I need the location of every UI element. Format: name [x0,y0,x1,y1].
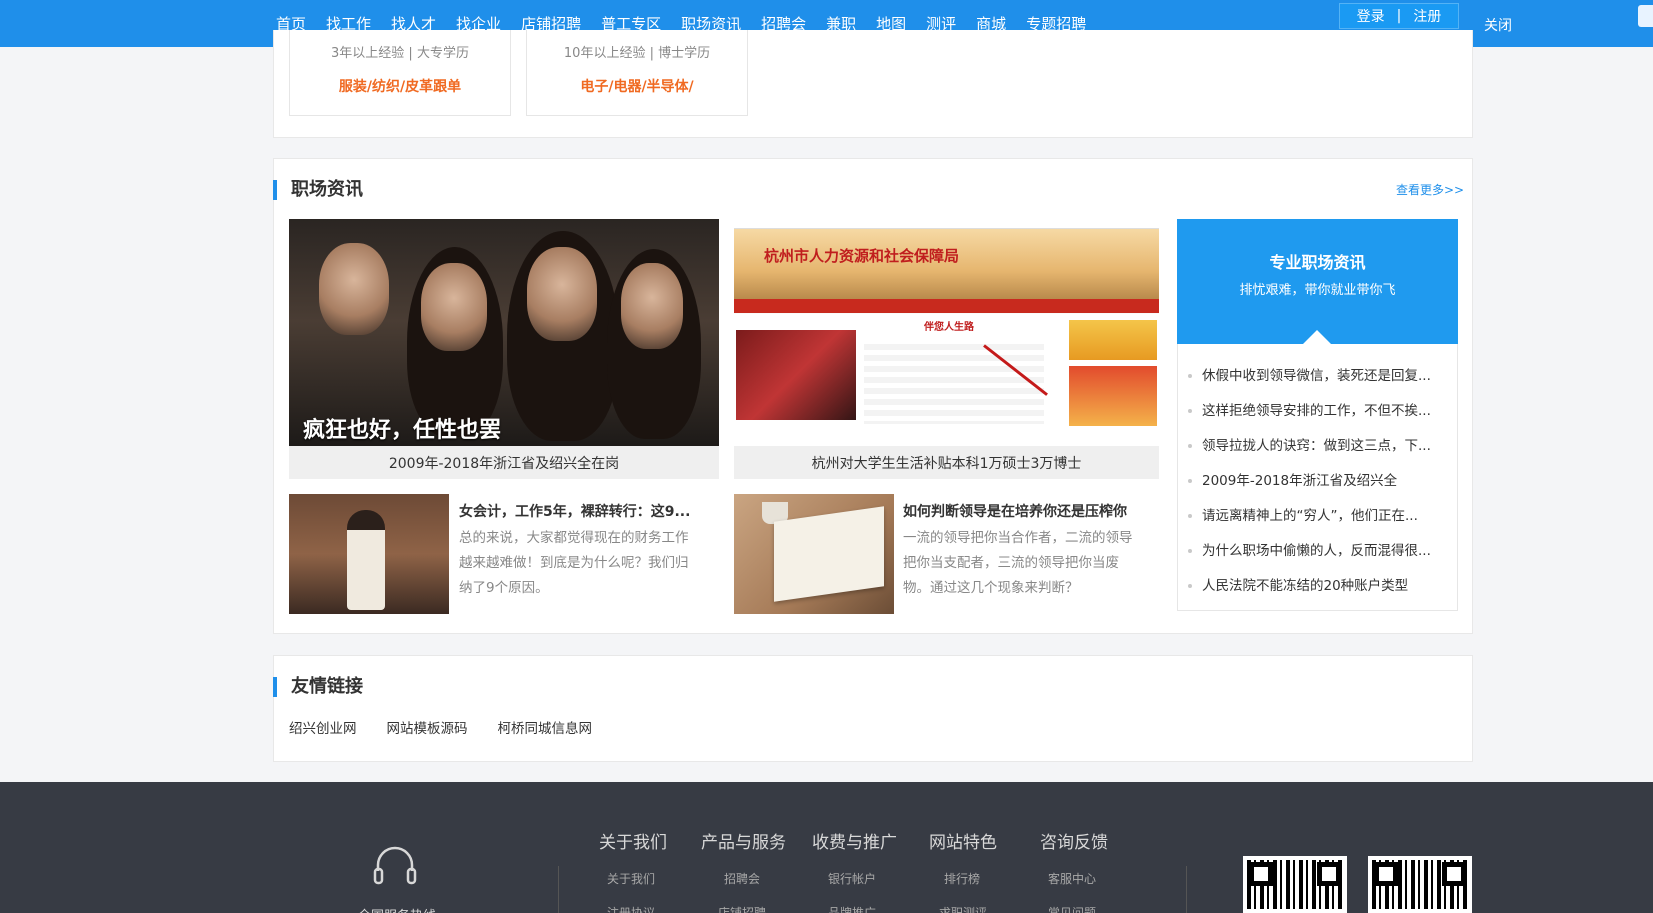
job-category[interactable]: 电子/电器/半导体/ [527,76,747,96]
footer-link[interactable]: 店铺招聘 [718,904,766,913]
list-item[interactable]: 2009年-2018年浙江省及绍兴全 [1188,469,1447,489]
featured-photo: 杭州市人力资源和社会保障局 伴您人生路 [734,219,1159,446]
site-tag: 伴您人生路 [924,322,974,333]
qr-code-icon [1243,856,1347,913]
list-item[interactable]: 休假中收到领导微信，装死还是回复... [1188,364,1447,384]
job-category[interactable]: 服装/纺织/皮革跟单 [290,76,510,96]
footer-divider [1186,866,1187,913]
article-title[interactable]: 女会计，工作5年，裸辞转行：这9... [459,501,699,521]
featured-news-card[interactable]: 疯狂也好，任性也罢 2009年-2018年浙江省及绍兴全在岗 [289,219,719,479]
footer-column-title[interactable]: 咨询反馈 [1040,828,1108,853]
friend-links-panel [273,655,1473,762]
footer-link[interactable]: 注册协议 [607,904,655,913]
pro-news-heading: 专业职场资讯 [1269,253,1366,272]
friend-link[interactable]: 柯桥同城信息网 [498,717,593,737]
pro-news-list: 休假中收到领导微信，装死还是回复... 这样拒绝领导安排的工作，不但不挨... … [1177,344,1458,611]
article-title[interactable]: 如何判断领导是在培养你还是压榨你 [903,501,1143,521]
close-button[interactable]: 关闭 [1484,15,1512,35]
friend-link[interactable]: 网站模板源码 [387,717,468,737]
footer-link[interactable]: 客服中心 [1048,870,1096,887]
article-thumbnail[interactable] [734,494,894,614]
article-thumbnail[interactable] [289,494,449,614]
featured-news-card[interactable]: 杭州市人力资源和社会保障局 伴您人生路 杭州对大学生生活补贴本科1万硕士3万博士 [734,219,1159,479]
footer-link[interactable]: 常见问题 [1048,904,1096,913]
footer-link[interactable]: 银行帐户 [828,870,876,887]
list-item[interactable]: 为什么职场中偷懒的人，反而混得很... [1188,539,1447,559]
job-card[interactable]: 3年以上经验 | 大专学历 服装/纺织/皮革跟单 [289,30,511,116]
register-link[interactable]: 注册 [1413,6,1441,26]
auth-separator: | [1396,8,1402,24]
login-link[interactable]: 登录 [1357,6,1385,26]
footer-column-title[interactable]: 网站特色 [929,828,997,853]
friend-links-row: 绍兴创业网 网站模板源码 柯桥同城信息网 [289,717,592,737]
job-meta: 10年以上经验 | 博士学历 [563,46,711,61]
pro-news-notch [1303,330,1331,344]
pro-news-subheading: 排忧艰难，带你就业带你飞 [1239,283,1396,298]
footer-divider [558,866,559,913]
featured-caption[interactable]: 杭州对大学生生活补贴本科1万硕士3万博士 [734,446,1159,479]
footer-link[interactable]: 品牌推广 [828,904,876,913]
headset-icon [373,846,417,885]
footer-column-title[interactable]: 收费与推广 [812,828,897,853]
footer-column-title[interactable]: 关于我们 [599,828,667,853]
service-hotline-label: 全国服务热线 [358,905,436,913]
article-description: 总的来说，大家都觉得现在的财务工作越来越难做！到底是为什么呢？我们归纳了9个原因… [459,530,689,596]
article-description: 一流的领导把你当合作者，二流的领导把你当支配者，三流的领导把你当废物。通过这几个… [903,530,1133,596]
footer-link[interactable]: 排行榜 [944,870,980,887]
footer-link[interactable]: 招聘会 [724,870,760,887]
qr-code-icon [1368,856,1472,913]
list-item[interactable]: 人民法院不能冻结的20种账户类型 [1188,574,1447,594]
photo-overlay-text: 疯狂也好，任性也罢 [303,418,502,443]
featured-photo: 疯狂也好，任性也罢 [289,219,719,446]
footer-link[interactable]: 求职测评 [939,904,987,913]
job-meta: 3年以上经验 | 大专学历 [331,46,469,61]
footer-link[interactable]: 关于我们 [607,870,655,887]
list-item[interactable]: 请远离精神上的“穷人”，他们正在... [1188,504,1447,524]
more-link[interactable]: 查看更多>> [1396,181,1464,198]
section-title-friend-links: 友情链接 [273,677,363,697]
side-tab[interactable] [1638,5,1653,27]
footer-column-title[interactable]: 产品与服务 [701,828,786,853]
pro-news-banner: 专业职场资讯 排忧艰难，带你就业带你飞 [1177,219,1458,344]
job-card[interactable]: 10年以上经验 | 博士学历 电子/电器/半导体/ [526,30,748,116]
site-banner-title: 杭州市人力资源和社会保障局 [764,247,960,265]
friend-link[interactable]: 绍兴创业网 [289,717,357,737]
featured-caption[interactable]: 2009年-2018年浙江省及绍兴全在岗 [289,446,719,479]
list-item[interactable]: 这样拒绝领导安排的工作，不但不挨... [1188,399,1447,419]
list-item[interactable]: 领导拉拢人的诀窍：做到这三点，下... [1188,434,1447,454]
section-title-career-news: 职场资讯 [273,180,363,200]
auth-box: 登录 | 注册 [1339,3,1459,29]
